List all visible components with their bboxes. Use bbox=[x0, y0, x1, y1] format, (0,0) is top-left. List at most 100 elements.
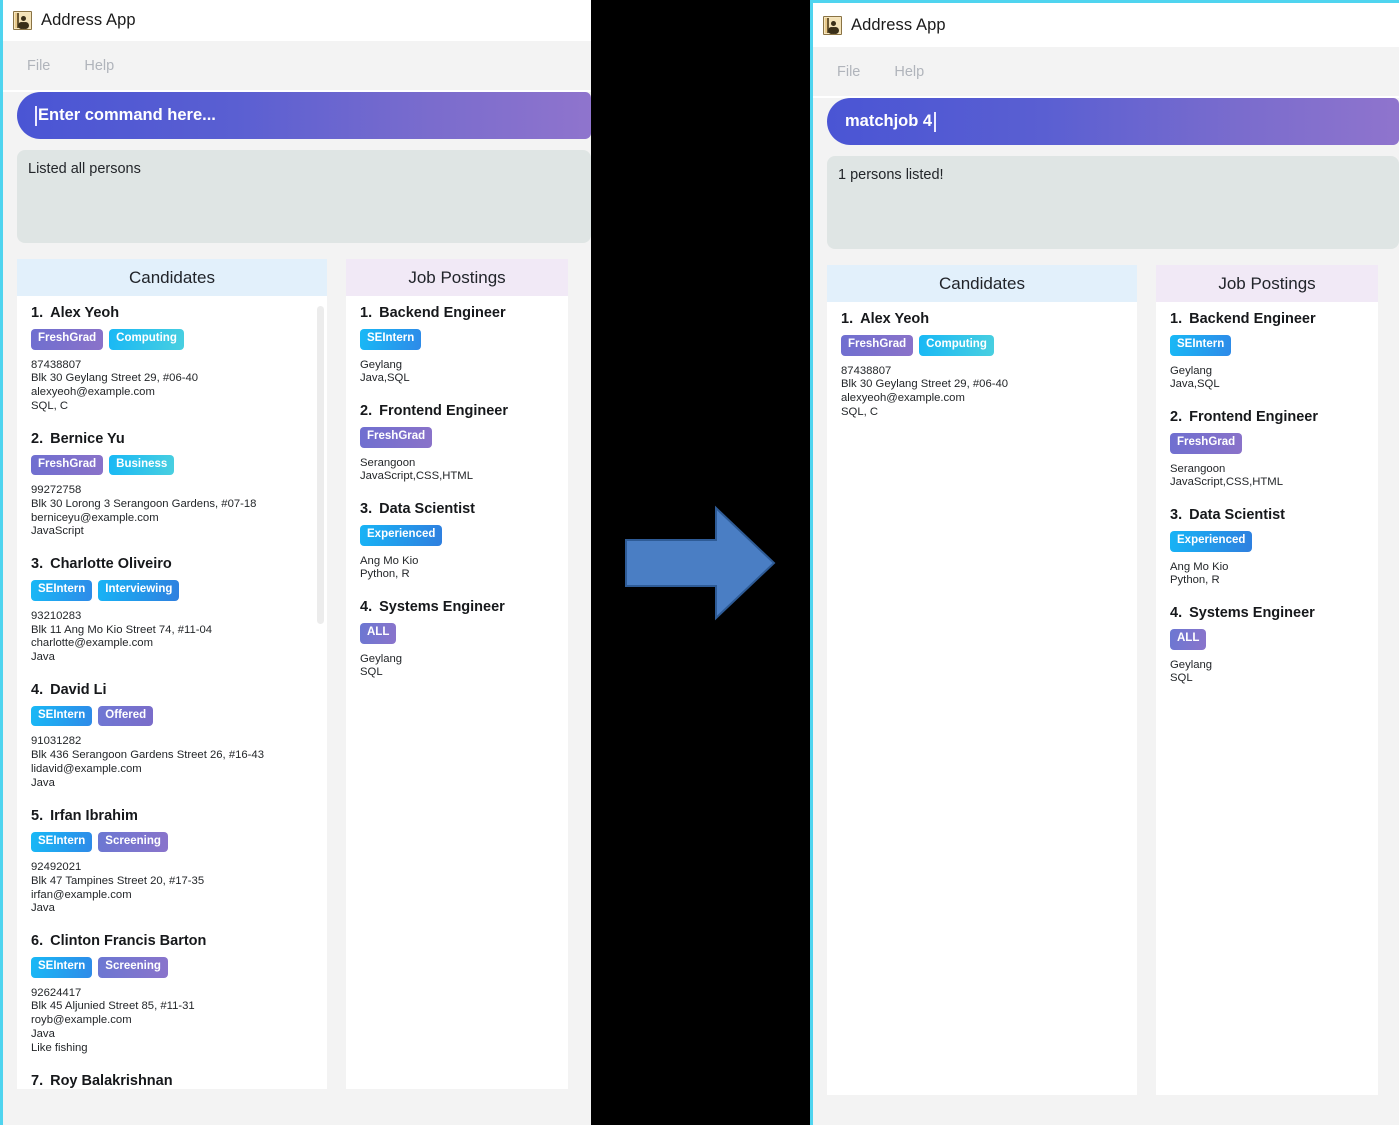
tag-group: FreshGrad bbox=[1170, 433, 1364, 454]
tag[interactable]: FreshGrad bbox=[360, 427, 433, 448]
tag-group: FreshGrad Computing bbox=[841, 335, 1123, 356]
list-item[interactable]: 5. Irfan Ibrahim SEIntern Screening 92492… bbox=[17, 808, 327, 917]
list-item[interactable]: 4. Systems Engineer ALL Geylang SQL bbox=[346, 599, 568, 680]
tag[interactable]: FreshGrad bbox=[841, 335, 914, 356]
tag-group: FreshGrad bbox=[360, 427, 554, 448]
list-item[interactable]: 1. Backend Engineer SEIntern Geylang Java… bbox=[346, 305, 568, 386]
tag[interactable]: SEIntern bbox=[1170, 335, 1232, 356]
candidates-list[interactable]: 1. Alex Yeoh FreshGrad Computing 87438807… bbox=[827, 302, 1137, 1095]
result-message: 1 persons listed! bbox=[838, 167, 944, 183]
card-title: 2. Bernice Yu bbox=[31, 431, 313, 447]
tag[interactable]: Computing bbox=[109, 329, 184, 350]
detail-address: Blk 11 Ang Mo Kio Street 74, #11-04 bbox=[31, 623, 213, 636]
tag[interactable]: FreshGrad bbox=[1170, 433, 1243, 454]
card-index: 2. bbox=[31, 430, 44, 447]
tag-group: FreshGrad Business bbox=[31, 454, 313, 476]
detail-skills: Python, R bbox=[1170, 574, 1220, 587]
detail-phone: 92492021 bbox=[31, 861, 82, 873]
list-item[interactable]: 1. Alex Yeoh FreshGrad Computing 87438807… bbox=[827, 311, 1137, 420]
list-item[interactable]: 4. David Li SEIntern Offered 91031282 Blk… bbox=[17, 682, 327, 791]
command-input-placeholder: Enter command here... bbox=[38, 106, 216, 124]
job-postings-list[interactable]: 1. Backend Engineer SEIntern Geylang Java… bbox=[1156, 302, 1378, 1095]
tag-group: SEIntern Screening bbox=[31, 831, 313, 852]
tag[interactable]: Experienced bbox=[1170, 531, 1253, 552]
command-input[interactable]: matchjob 4 bbox=[827, 98, 1399, 145]
tag[interactable]: SEIntern bbox=[31, 580, 93, 601]
menu-item-help[interactable]: Help bbox=[84, 58, 114, 74]
list-item[interactable]: 1. Backend Engineer SEIntern Geylang Java… bbox=[1156, 311, 1378, 392]
tag[interactable]: FreshGrad bbox=[31, 329, 104, 350]
card-details: 87438807 Blk 30 Geylang Street 29, #06-4… bbox=[31, 359, 313, 414]
card-details: Serangoon JavaScript,CSS,HTML bbox=[1170, 463, 1364, 491]
menu-item-file[interactable]: File bbox=[27, 58, 50, 74]
candidates-scrollbar-thumb[interactable] bbox=[317, 306, 324, 624]
list-item[interactable]: 2. Frontend Engineer FreshGrad Serangoon … bbox=[1156, 409, 1378, 490]
tag[interactable]: Screening bbox=[98, 831, 168, 852]
tag[interactable]: SEIntern bbox=[31, 705, 93, 727]
tag-group: SEIntern bbox=[360, 329, 554, 350]
detail-location: Geylang bbox=[360, 652, 403, 665]
list-item[interactable]: 3. Data Scientist Experienced Ang Mo Kio … bbox=[346, 501, 568, 582]
list-item[interactable]: 6. Clinton Francis Barton SEIntern Screen… bbox=[17, 933, 327, 1055]
detail-email: royb@example.com bbox=[31, 1014, 132, 1027]
card-name: Alex Yeoh bbox=[860, 311, 930, 327]
candidates-list[interactable]: 1. Alex Yeoh FreshGrad Computing 87438807… bbox=[17, 296, 327, 1089]
tag[interactable]: SEIntern bbox=[360, 329, 422, 350]
menu-item-file[interactable]: File bbox=[837, 64, 860, 80]
list-item[interactable]: 3. Data Scientist Experienced Ang Mo Kio … bbox=[1156, 507, 1378, 588]
detail-phone: 87438807 bbox=[31, 358, 82, 371]
detail-email: alexyeoh@example.com bbox=[841, 392, 965, 405]
window-body: matchjob 4 1 persons listed! Candidates … bbox=[813, 98, 1399, 1125]
text-caret bbox=[35, 105, 37, 126]
tag[interactable]: ALL bbox=[1170, 629, 1207, 650]
tag[interactable]: ALL bbox=[360, 623, 397, 644]
job-postings-panel-header: Job Postings bbox=[1156, 265, 1378, 302]
card-details: 93210283 Blk 11 Ang Mo Kio Street 74, #1… bbox=[31, 610, 313, 665]
card-name: Bernice Yu bbox=[50, 430, 125, 447]
menu-item-help[interactable]: Help bbox=[894, 64, 924, 80]
card-index: 4. bbox=[1170, 605, 1183, 622]
screenshot-stage: Address App File Help Enter command here… bbox=[0, 0, 1399, 1125]
result-message: Listed all persons bbox=[28, 161, 141, 177]
tag[interactable]: FreshGrad bbox=[31, 454, 104, 476]
card-name: Charlotte Oliveiro bbox=[50, 556, 172, 573]
tag[interactable]: Business bbox=[109, 454, 175, 476]
command-input-value: matchjob 4 bbox=[845, 112, 933, 130]
command-input[interactable]: Enter command here... bbox=[17, 92, 591, 139]
address-app-window-before: Address App File Help Enter command here… bbox=[0, 0, 591, 1125]
list-item[interactable]: 2. Frontend Engineer FreshGrad Serangoon … bbox=[346, 403, 568, 484]
tag[interactable]: Experienced bbox=[360, 525, 443, 546]
list-item[interactable]: 7. Roy Balakrishnan bbox=[17, 1073, 327, 1089]
card-name: Backend Engineer bbox=[1189, 311, 1316, 327]
detail-email: lidavid@example.com bbox=[31, 762, 142, 775]
detail-address: Blk 47 Tampines Street 20, #17-35 bbox=[31, 874, 205, 887]
detail-location: Geylang bbox=[1170, 658, 1213, 671]
app-title: Address App bbox=[851, 15, 946, 34]
detail-skills: Java bbox=[31, 902, 55, 915]
job-postings-list[interactable]: 1. Backend Engineer SEIntern Geylang Java… bbox=[346, 296, 568, 1089]
list-item[interactable]: 4. Systems Engineer ALL Geylang SQL bbox=[1156, 605, 1378, 686]
list-item[interactable]: 2. Bernice Yu FreshGrad Business 99272758… bbox=[17, 431, 327, 540]
detail-email: irfan@example.com bbox=[31, 888, 132, 901]
candidates-panel: Candidates 1. Alex Yeoh FreshGrad Computi… bbox=[17, 259, 327, 1089]
tag[interactable]: Interviewing bbox=[98, 580, 180, 601]
tag[interactable]: Computing bbox=[919, 335, 994, 356]
card-title: 5. Irfan Ibrahim bbox=[31, 808, 313, 824]
card-index: 1. bbox=[360, 305, 373, 321]
detail-skills: SQL bbox=[1170, 672, 1193, 685]
detail-note: Like fishing bbox=[31, 1041, 88, 1054]
card-name: Irfan Ibrahim bbox=[50, 807, 138, 824]
tag[interactable]: SEIntern bbox=[31, 957, 93, 978]
list-item[interactable]: 1. Alex Yeoh FreshGrad Computing 87438807… bbox=[17, 305, 327, 414]
panels-container: Candidates 1. Alex Yeoh FreshGrad Computi… bbox=[827, 265, 1385, 1095]
menu-bar: File Help bbox=[813, 47, 1399, 96]
tag[interactable]: Screening bbox=[98, 957, 168, 978]
card-details: Serangoon JavaScript,CSS,HTML bbox=[360, 457, 554, 485]
tag[interactable]: SEIntern bbox=[31, 831, 93, 852]
tag[interactable]: Offered bbox=[98, 705, 154, 727]
card-title: 4. Systems Engineer bbox=[360, 599, 554, 615]
detail-location: Ang Mo Kio bbox=[360, 554, 419, 567]
tag-group: SEIntern bbox=[1170, 335, 1364, 356]
list-item[interactable]: 3. Charlotte Oliveiro SEIntern Interviewi… bbox=[17, 556, 327, 665]
detail-location: Geylang bbox=[1170, 364, 1213, 377]
